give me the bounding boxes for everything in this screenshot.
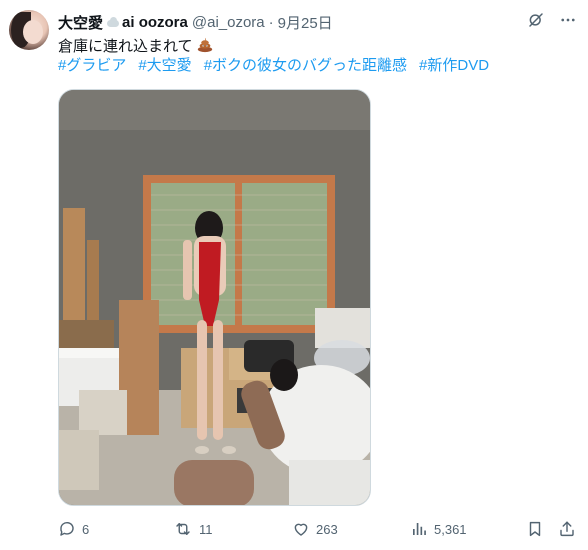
author-display-name-suffix[interactable]: ai oozora	[122, 14, 188, 31]
tweet-card[interactable]: 大空愛 ai oozora @ai_ozora · 9月25日 倉庫に連れ込まれ…	[0, 0, 588, 550]
tweet-header: 大空愛 ai oozora @ai_ozora · 9月25日	[58, 12, 333, 32]
views-button[interactable]: 5,361	[410, 518, 467, 540]
separator-dot: ·	[268, 13, 274, 31]
grok-icon[interactable]	[526, 10, 546, 30]
reply-icon	[60, 521, 74, 536]
bookmark-icon	[529, 521, 541, 537]
header-actions	[526, 10, 578, 30]
share-icon	[560, 521, 574, 537]
reply-count: 6	[82, 521, 90, 537]
bookmark-button[interactable]	[526, 518, 544, 540]
tweet-body: 倉庫に連れ込まれて	[58, 38, 193, 55]
like-count: 263	[316, 521, 338, 537]
reply-button[interactable]: 6	[58, 518, 89, 540]
retweet-button[interactable]: 11	[173, 518, 213, 540]
hashtag-list: #グラビア #大空愛 #ボクの彼女のバグった距離感 #新作DVD	[58, 56, 489, 76]
views-chart-icon	[413, 523, 426, 535]
tweet-date[interactable]: 9月25日	[278, 12, 333, 33]
retweet-count: 11	[199, 521, 213, 537]
hashtag-link[interactable]: #新作DVD	[419, 56, 489, 76]
share-button[interactable]	[558, 518, 576, 540]
tweet-photo[interactable]	[58, 89, 371, 506]
hashtag-link[interactable]: #グラビア	[58, 56, 126, 76]
cloud-icon	[106, 17, 120, 27]
views-count: 5,361	[434, 521, 467, 537]
retweet-icon	[176, 523, 190, 535]
hashtag-link[interactable]: #ボクの彼女のバグった距離感	[204, 56, 407, 76]
avatar[interactable]	[9, 10, 49, 50]
more-icon[interactable]	[558, 10, 578, 30]
photo-scene	[59, 90, 370, 505]
author-handle[interactable]: @ai_ozora	[192, 14, 265, 31]
like-button[interactable]: 263	[292, 518, 338, 540]
hashtag-link[interactable]: #大空愛	[138, 56, 191, 76]
heart-icon	[294, 523, 308, 536]
author-display-name[interactable]: 大空愛	[58, 12, 103, 33]
tweet-actions: 6 11 263 5,361	[58, 518, 578, 540]
